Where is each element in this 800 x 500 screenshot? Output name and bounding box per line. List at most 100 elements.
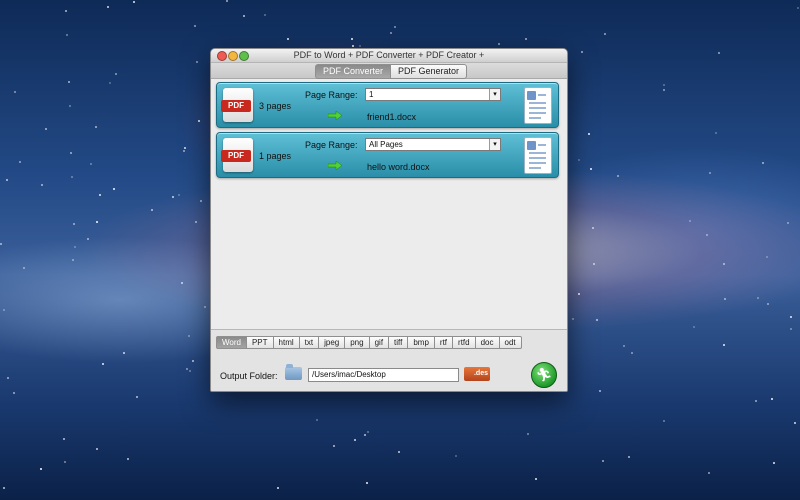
star [762, 161, 765, 164]
format-button-doc[interactable]: doc [475, 336, 500, 349]
star [98, 194, 101, 197]
star [793, 422, 796, 425]
format-button-png[interactable]: png [345, 336, 370, 349]
star [604, 33, 607, 36]
star [535, 478, 538, 481]
star [351, 37, 354, 40]
page-range-label: Page Range: [305, 90, 358, 100]
star [524, 38, 527, 41]
page-range-value: 1 [369, 90, 374, 99]
star [182, 150, 185, 153]
star [394, 25, 397, 28]
star [73, 222, 76, 225]
star [790, 328, 793, 331]
star [389, 31, 392, 34]
star [87, 238, 90, 241]
format-button-odt[interactable]: odt [499, 336, 522, 349]
format-button-rtfd[interactable]: rtfd [453, 336, 476, 349]
format-button-word[interactable]: Word [216, 336, 247, 349]
star [352, 44, 354, 47]
star [62, 437, 65, 440]
star [195, 60, 198, 63]
star [367, 431, 370, 434]
star [596, 318, 599, 321]
pdf-file-icon: PDF [221, 88, 253, 122]
star [628, 455, 631, 458]
star [187, 334, 190, 337]
page-count: 1 pages [259, 151, 292, 161]
arrow-right-icon [328, 161, 342, 170]
star [689, 219, 692, 222]
star [66, 34, 69, 37]
star [591, 227, 594, 230]
page-range-select[interactable]: 1 ▾ [365, 88, 501, 101]
format-button-ppt[interactable]: PPT [246, 336, 274, 349]
star [23, 267, 26, 270]
star [622, 345, 625, 348]
star [705, 234, 708, 237]
star [194, 220, 197, 223]
star [593, 262, 596, 265]
star [133, 1, 136, 4]
star [171, 195, 174, 198]
star [41, 183, 44, 186]
star [723, 263, 726, 265]
star [242, 14, 245, 17]
star [63, 461, 66, 464]
chevron-down-icon: ▾ [489, 139, 500, 150]
tab-pdf-converter[interactable]: PDF Converter [315, 64, 392, 79]
star [114, 73, 117, 76]
file-row[interactable]: PDF 1 pages Page Range: All Pages ▾ hell… [216, 132, 559, 178]
star [786, 221, 789, 224]
star [662, 88, 665, 91]
star [197, 119, 200, 122]
convert-button[interactable]: 🏃︎ [531, 362, 557, 388]
star [707, 472, 710, 475]
star [194, 25, 197, 28]
open-folder-icon[interactable]: .des [464, 367, 490, 381]
format-button-tiff[interactable]: tiff [389, 336, 409, 349]
page-range-select[interactable]: All Pages ▾ [365, 138, 501, 151]
star [106, 6, 109, 9]
star [135, 396, 138, 399]
file-row[interactable]: PDF 3 pages Page Range: 1 ▾ friend1.docx [216, 82, 559, 128]
format-button-jpeg[interactable]: jpeg [319, 336, 346, 349]
format-button-html[interactable]: html [273, 336, 300, 349]
star [454, 454, 457, 457]
star [226, 0, 229, 2]
output-folder-field[interactable]: /Users/imac/Desktop [308, 368, 459, 382]
star [757, 296, 760, 299]
star [630, 352, 633, 355]
star [68, 104, 71, 107]
star [398, 451, 401, 454]
output-filename: friend1.docx [367, 112, 417, 122]
star [95, 447, 98, 450]
star [693, 325, 696, 328]
format-button-gif[interactable]: gif [369, 336, 390, 349]
star [70, 152, 73, 155]
star [526, 433, 529, 436]
star [2, 308, 5, 311]
tab-pdf-generator[interactable]: PDF Generator [391, 64, 468, 79]
format-selector: Word PPT html txt jpeg png gif tiff bmp rtf rtfd do… [216, 336, 522, 349]
folder-icon[interactable] [285, 364, 302, 380]
star [95, 126, 98, 129]
star [767, 303, 770, 306]
word-document-icon [524, 137, 552, 174]
format-button-rtf[interactable]: rtf [434, 336, 454, 349]
star [662, 419, 665, 422]
star [178, 194, 181, 197]
pdf-file-icon: PDF [221, 138, 253, 172]
format-button-txt[interactable]: txt [299, 336, 320, 349]
format-button-bmp[interactable]: bmp [408, 336, 435, 349]
star [73, 246, 76, 249]
star [6, 376, 9, 379]
star [109, 81, 112, 84]
star [19, 161, 22, 164]
star [724, 298, 727, 301]
chevron-down-icon: ▾ [489, 89, 500, 100]
star [127, 458, 130, 461]
star [718, 52, 721, 55]
star [185, 368, 188, 371]
tab-bar: PDF Converter PDF Generator [211, 63, 567, 79]
